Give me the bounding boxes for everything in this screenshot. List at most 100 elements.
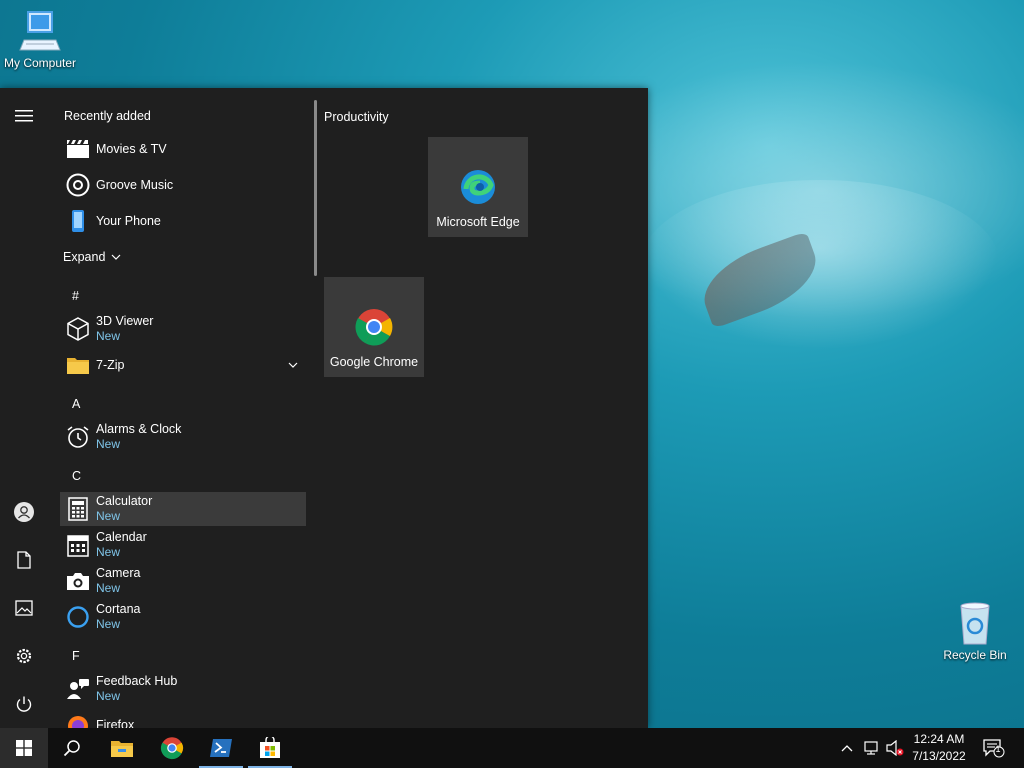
expand-label: Expand xyxy=(63,249,106,264)
store-icon xyxy=(260,737,280,758)
pictures-icon xyxy=(15,600,33,616)
taskbar-file-explorer[interactable] xyxy=(98,728,146,768)
start-button[interactable] xyxy=(0,728,48,768)
feedback-hub-icon xyxy=(67,679,89,699)
taskbar-chrome[interactable] xyxy=(148,728,196,768)
power-icon xyxy=(16,696,32,712)
user-icon xyxy=(14,502,34,522)
powershell-icon xyxy=(210,739,232,757)
app-item-calendar[interactable]: Calendar New xyxy=(60,528,306,562)
search-button[interactable] xyxy=(48,728,96,768)
app-item-label: Firefox xyxy=(96,717,135,729)
tile-label: Google Chrome xyxy=(329,355,419,369)
new-badge: New xyxy=(96,689,121,703)
windows-start-icon xyxy=(16,740,32,756)
alarm-clock-icon xyxy=(67,426,89,448)
section-header-hash[interactable]: # xyxy=(72,289,79,303)
app-item-label: Movies & TV xyxy=(96,141,167,156)
expand-button[interactable]: Expand xyxy=(60,240,140,274)
new-badge: New xyxy=(96,581,121,595)
clock-date: 7/13/2022 xyxy=(912,749,966,763)
chrome-icon xyxy=(355,309,393,346)
app-item-groove-music[interactable]: Groove Music xyxy=(60,168,306,202)
app-list: Recently added Movies & TV Groove Music … xyxy=(48,88,312,728)
settings-gear-icon xyxy=(16,648,32,664)
desktop-icon-recycle-bin[interactable]: Recycle Bin xyxy=(935,602,1015,662)
app-item-your-phone[interactable]: Your Phone xyxy=(60,204,306,238)
app-item-feedback-hub[interactable]: Feedback Hub New xyxy=(60,672,306,706)
search-icon xyxy=(63,740,80,757)
chevron-down-icon[interactable] xyxy=(288,362,298,368)
your-phone-icon xyxy=(72,210,84,232)
file-explorer-icon xyxy=(111,741,133,757)
new-badge: New xyxy=(96,329,121,343)
app-item-label: Groove Music xyxy=(96,177,174,192)
network-tray-button[interactable] xyxy=(860,728,884,768)
app-item-label: Camera xyxy=(96,566,141,580)
app-item-label: Calculator xyxy=(96,494,153,508)
hamburger-menu-icon xyxy=(15,110,33,122)
app-item-label: 3D Viewer xyxy=(96,314,154,328)
documents-icon xyxy=(17,551,31,569)
app-item-label: Your Phone xyxy=(96,213,161,228)
wallpaper-wave xyxy=(640,180,1000,350)
chevron-down-icon xyxy=(111,254,121,260)
clock-button[interactable]: 12:24 AM 7/13/2022 xyxy=(904,731,974,765)
app-item-7-zip[interactable]: 7-Zip xyxy=(60,348,306,382)
expand-menu-button[interactable] xyxy=(0,92,48,140)
chrome-icon xyxy=(160,737,184,760)
tiles-area: Productivity Microsoft Edge Google Chrom… xyxy=(320,88,648,728)
action-center-button[interactable]: 1 xyxy=(980,728,1008,768)
camera-icon xyxy=(67,573,89,590)
section-header-a[interactable]: A xyxy=(72,397,80,411)
desktop-icon-label: My Computer xyxy=(3,56,77,70)
pictures-button[interactable] xyxy=(0,584,48,632)
3d-viewer-icon xyxy=(67,317,89,341)
section-header-f[interactable]: F xyxy=(72,649,80,663)
taskbar-powershell[interactable] xyxy=(197,728,245,768)
tile-label: Microsoft Edge xyxy=(436,215,520,229)
show-hidden-icons-button[interactable] xyxy=(836,728,858,768)
app-item-camera[interactable]: Camera New xyxy=(60,564,306,598)
new-badge: New xyxy=(96,509,121,523)
computer-icon xyxy=(19,11,61,51)
app-item-alarms-clock[interactable]: Alarms & Clock New xyxy=(60,420,306,454)
tile-group-title[interactable]: Productivity xyxy=(324,110,389,124)
firefox-icon xyxy=(68,716,88,728)
groove-music-icon xyxy=(66,173,90,197)
desktop-icon-my-computer[interactable]: My Computer xyxy=(0,10,80,70)
new-badge: New xyxy=(96,617,121,631)
settings-button[interactable] xyxy=(0,632,48,680)
recycle-bin-icon xyxy=(960,602,990,645)
start-rail xyxy=(0,88,48,728)
app-item-3d-viewer[interactable]: 3D Viewer New xyxy=(60,312,306,346)
cortana-icon xyxy=(67,606,89,628)
volume-tray-button[interactable] xyxy=(884,728,906,768)
tile-microsoft-edge[interactable]: Microsoft Edge xyxy=(428,137,528,237)
taskbar-microsoft-store[interactable] xyxy=(246,728,294,768)
recently-added-heading: Recently added xyxy=(64,109,151,123)
app-item-calculator[interactable]: Calculator New xyxy=(60,492,306,526)
new-badge: New xyxy=(96,545,121,559)
app-item-label: 7-Zip xyxy=(96,357,125,372)
user-account-button[interactable] xyxy=(0,488,48,536)
chevron-up-icon xyxy=(841,745,853,752)
desktop-icon-label: Recycle Bin xyxy=(943,648,1007,662)
power-button[interactable] xyxy=(0,680,48,728)
calendar-icon xyxy=(67,535,89,557)
app-item-label: Feedback Hub xyxy=(96,674,178,688)
app-item-firefox[interactable]: Firefox xyxy=(60,708,306,728)
app-item-movies-tv[interactable]: Movies & TV xyxy=(60,132,306,166)
app-item-label: Calendar xyxy=(96,530,147,544)
section-header-c[interactable]: C xyxy=(72,469,81,483)
notification-count: 1 xyxy=(995,744,1001,754)
app-item-label: Cortana xyxy=(96,602,141,616)
volume-muted-icon xyxy=(886,740,904,756)
movies-tv-icon xyxy=(67,140,89,158)
app-item-cortana[interactable]: Cortana New xyxy=(60,600,306,634)
start-menu: Recently added Movies & TV Groove Music … xyxy=(0,88,648,728)
documents-button[interactable] xyxy=(0,536,48,584)
tile-google-chrome[interactable]: Google Chrome xyxy=(324,277,424,377)
app-item-label: Alarms & Clock xyxy=(96,422,182,436)
app-list-scrollbar[interactable] xyxy=(314,100,317,276)
